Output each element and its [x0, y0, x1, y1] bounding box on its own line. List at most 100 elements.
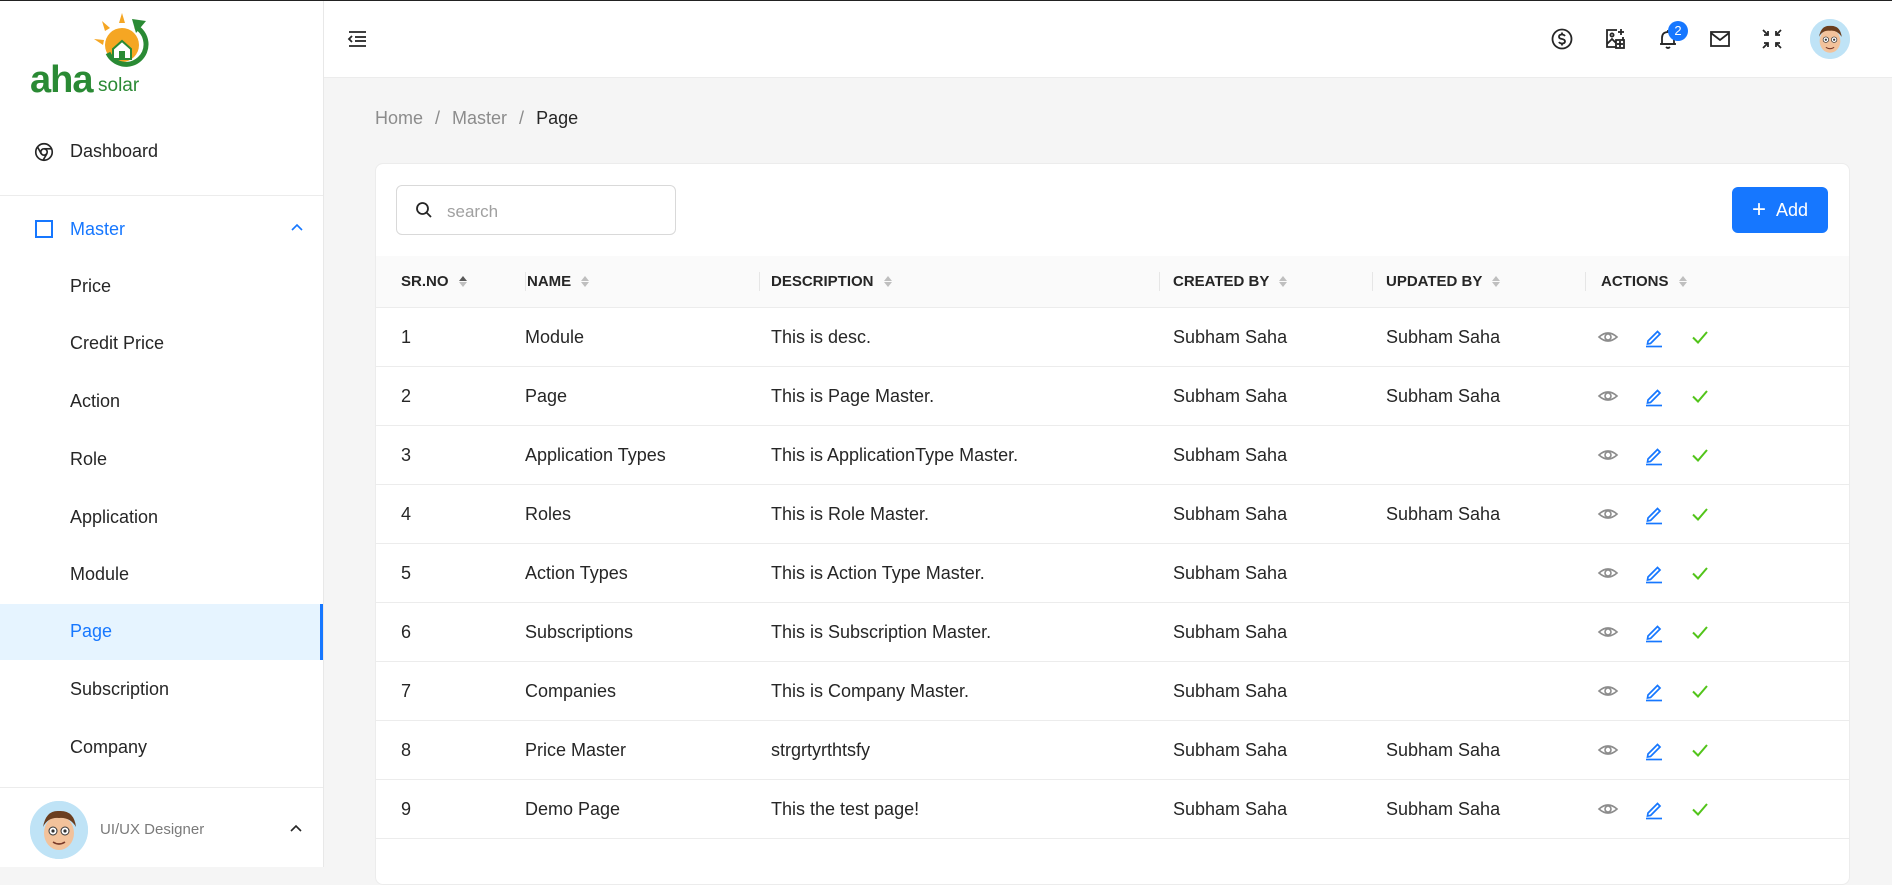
sort-icon	[581, 276, 590, 287]
eye-icon[interactable]	[1597, 562, 1619, 584]
check-icon[interactable]	[1689, 798, 1711, 820]
check-icon[interactable]	[1689, 621, 1711, 643]
table-row: 1 Module This is desc. Subham Saha Subham Sa…	[376, 307, 1849, 367]
cell-updated-by: Subham Saha	[1372, 484, 1585, 544]
chevron-up-icon	[291, 223, 303, 231]
sidebar: aha solar Dashboard Master Price Credit …	[0, 1, 324, 867]
eye-icon[interactable]	[1597, 444, 1619, 466]
user-menu[interactable]: UI/UX Designer	[0, 788, 323, 868]
search-input[interactable]	[445, 198, 659, 226]
avatar	[30, 801, 88, 859]
cell-sr-no: 2	[376, 366, 525, 426]
sidebar-item-page[interactable]: Page	[0, 604, 323, 660]
image-add-icon[interactable]	[1603, 27, 1627, 51]
cell-updated-by: Subham Saha	[1372, 307, 1585, 367]
edit-icon[interactable]	[1643, 326, 1665, 348]
edit-icon[interactable]	[1643, 739, 1665, 761]
sidebar-item-credit-price[interactable]: Credit Price	[0, 316, 323, 372]
cell-name: Companies	[525, 661, 759, 721]
eye-icon[interactable]	[1597, 326, 1619, 348]
sort-icon	[1279, 276, 1288, 287]
column-header-label: ACTIONS	[1601, 273, 1669, 290]
sort-icon	[458, 276, 467, 287]
search-icon	[416, 202, 432, 218]
edit-icon[interactable]	[1643, 621, 1665, 643]
check-icon[interactable]	[1689, 385, 1711, 407]
sidebar-item-label: Dashboard	[70, 141, 159, 161]
dollar-icon[interactable]	[1550, 27, 1574, 51]
cell-description: This the test page!	[759, 779, 1159, 839]
cell-name: Roles	[525, 484, 759, 544]
sidebar-item-application[interactable]: Application	[0, 490, 323, 546]
sidebar-item-master[interactable]: Master	[0, 207, 323, 251]
row-actions	[1585, 503, 1849, 525]
edit-icon[interactable]	[1643, 385, 1665, 407]
edit-icon[interactable]	[1643, 503, 1665, 525]
sidebar-item-role[interactable]: Role	[0, 432, 323, 488]
table-header-row: SR.NO NAME DESCRIPTION CREATED BY UPDATE…	[376, 256, 1849, 308]
column-header-actions[interactable]: ACTIONS	[1585, 256, 1849, 308]
eye-icon[interactable]	[1597, 798, 1619, 820]
sidebar-item-company[interactable]: Company	[0, 720, 323, 776]
edit-icon[interactable]	[1643, 444, 1665, 466]
cell-updated-by: Subham Saha	[1372, 366, 1585, 426]
sidebar-item-dashboard[interactable]: Dashboard	[0, 129, 323, 173]
brand-logo[interactable]: aha solar	[30, 13, 160, 101]
sidebar-item-action[interactable]: Action	[0, 374, 323, 430]
user-role: UI/UX Designer	[100, 821, 205, 838]
sidebar-item-module[interactable]: Module	[0, 547, 323, 603]
row-actions	[1585, 385, 1849, 407]
breadcrumb-separator: /	[435, 108, 441, 128]
cell-actions	[1585, 543, 1849, 603]
cell-created-by: Subham Saha	[1159, 720, 1372, 780]
edit-icon[interactable]	[1643, 680, 1665, 702]
eye-icon[interactable]	[1597, 503, 1619, 525]
column-header-created-by[interactable]: CREATED BY	[1159, 256, 1372, 308]
edit-icon[interactable]	[1643, 562, 1665, 584]
header-avatar[interactable]	[1810, 19, 1850, 59]
cell-created-by: Subham Saha	[1159, 543, 1372, 603]
eye-icon[interactable]	[1597, 621, 1619, 643]
cell-sr-no: 6	[376, 602, 525, 662]
cell-actions	[1585, 425, 1849, 485]
mail-icon[interactable]	[1708, 27, 1732, 51]
sort-icon	[883, 276, 892, 287]
chevron-up-icon	[290, 824, 302, 832]
check-icon[interactable]	[1689, 680, 1711, 702]
check-icon[interactable]	[1689, 562, 1711, 584]
cell-description: This is Role Master.	[759, 484, 1159, 544]
avatar-face-icon	[1810, 19, 1850, 59]
eye-icon[interactable]	[1597, 680, 1619, 702]
cell-created-by: Subham Saha	[1159, 366, 1372, 426]
fullscreen-icon[interactable]	[1760, 27, 1784, 51]
check-icon[interactable]	[1689, 739, 1711, 761]
column-header-description[interactable]: DESCRIPTION	[759, 256, 1159, 308]
column-header-name[interactable]: NAME	[525, 256, 759, 308]
breadcrumb: Home / Master / Page	[375, 108, 578, 129]
add-button[interactable]: + Add	[1732, 187, 1828, 233]
column-header-sr-no[interactable]: SR.NO	[376, 256, 525, 308]
cell-created-by: Subham Saha	[1159, 661, 1372, 721]
eye-icon[interactable]	[1597, 385, 1619, 407]
sidebar-item-label: Role	[70, 449, 108, 469]
breadcrumb-home[interactable]: Home	[375, 108, 423, 129]
cell-sr-no: 4	[376, 484, 525, 544]
eye-icon[interactable]	[1597, 739, 1619, 761]
breadcrumb-current: Page	[536, 108, 579, 128]
menu-toggle-icon[interactable]	[346, 29, 368, 49]
edit-icon[interactable]	[1643, 798, 1665, 820]
cell-name: Subscriptions	[525, 602, 759, 662]
breadcrumb-master[interactable]: Master	[452, 108, 507, 129]
chrome-icon	[34, 142, 54, 162]
sidebar-item-label: Application	[70, 507, 159, 527]
sidebar-item-label: Subscription	[70, 679, 170, 699]
check-icon[interactable]	[1689, 503, 1711, 525]
column-header-updated-by[interactable]: UPDATED BY	[1372, 256, 1585, 308]
row-actions	[1585, 326, 1849, 348]
sidebar-item-price[interactable]: Price	[0, 259, 323, 315]
check-icon[interactable]	[1689, 326, 1711, 348]
cell-actions	[1585, 779, 1849, 839]
sidebar-item-subscription[interactable]: Subscription	[0, 662, 323, 718]
cell-updated-by	[1372, 602, 1585, 662]
check-icon[interactable]	[1689, 444, 1711, 466]
